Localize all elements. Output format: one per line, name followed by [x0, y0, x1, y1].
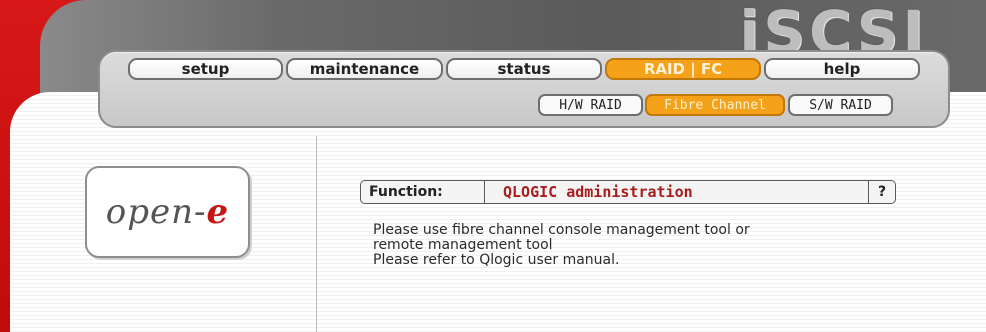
open-e-logo: open-e: [85, 166, 250, 258]
message-line: Please refer to Qlogic user manual.: [373, 252, 620, 268]
message-line: Please use fibre channel console managem…: [373, 222, 750, 238]
tab-status[interactable]: status: [446, 58, 602, 80]
message-text: Please use fibre channel console managem…: [373, 223, 893, 268]
tab-setup[interactable]: setup: [128, 58, 283, 80]
subtab-fibre-channel[interactable]: Fibre Channel: [645, 94, 785, 116]
vertical-divider: [316, 136, 317, 332]
tab-maintenance[interactable]: maintenance: [286, 58, 443, 80]
subtab-hw-raid[interactable]: H/W RAID: [538, 94, 643, 116]
tab-raid-fc[interactable]: RAID | FC: [605, 58, 761, 80]
message-line: remote management tool: [373, 237, 553, 253]
function-label: Function:: [361, 181, 485, 203]
help-button[interactable]: ?: [868, 181, 895, 203]
tab-help[interactable]: help: [764, 58, 920, 80]
function-bar: Function: QLOGIC administration ?: [360, 180, 896, 204]
logo-text-main: open-: [105, 192, 207, 232]
function-title: QLOGIC administration: [503, 183, 693, 201]
subtab-sw-raid[interactable]: S/W RAID: [788, 94, 893, 116]
logo-text-accent: e: [206, 192, 230, 232]
